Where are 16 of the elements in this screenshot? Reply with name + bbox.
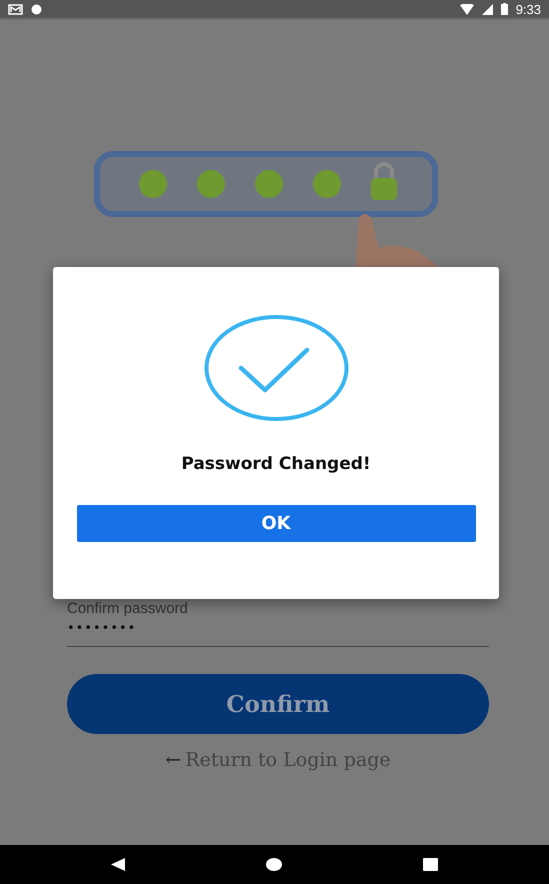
checkmark-icon — [204, 314, 348, 422]
recents-icon[interactable] — [423, 858, 438, 871]
home-icon[interactable] — [266, 858, 282, 871]
wifi-icon — [460, 4, 474, 14]
back-icon[interactable] — [110, 858, 125, 871]
password-field[interactable]: Confirm password •••••••• — [67, 600, 489, 647]
battery-icon — [500, 3, 508, 15]
arrow-icon: ← — [165, 749, 182, 771]
dialog-message: Password Changed! — [181, 454, 371, 474]
return-link[interactable]: Return to Login page — [185, 749, 391, 771]
confirm-button[interactable]: Confirm — [67, 674, 489, 734]
status-time: 9:33 — [516, 2, 541, 16]
circle-icon — [31, 4, 42, 14]
ok-button[interactable]: OK — [76, 505, 476, 542]
signal-icon — [482, 4, 493, 14]
mail-icon — [8, 4, 23, 14]
